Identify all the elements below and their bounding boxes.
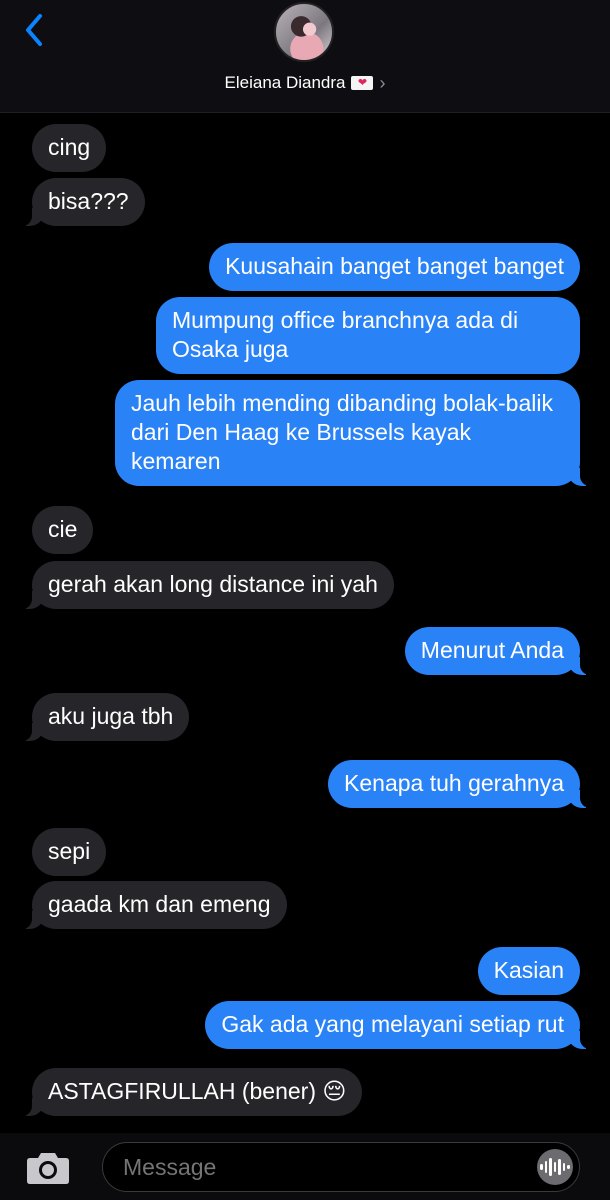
- incoming-message[interactable]: gaada km dan emeng: [18, 881, 287, 929]
- conversation-header: Eleiana Diandra ❤ ›: [0, 0, 610, 113]
- chevron-right-icon: ›: [379, 73, 386, 93]
- audio-waveform-icon[interactable]: [537, 1149, 573, 1185]
- outgoing-message[interactable]: Gak ada yang melayani setiap rut: [205, 1001, 594, 1049]
- outgoing-message[interactable]: Kenapa tuh gerahnya: [328, 760, 594, 808]
- contact-avatar[interactable]: [274, 2, 334, 62]
- outgoing-message[interactable]: Kasian: [477, 947, 580, 995]
- contact-name: Eleiana Diandra: [224, 73, 346, 92]
- outgoing-message[interactable]: Kuusahain banget banget banget: [209, 243, 580, 291]
- message-input[interactable]: [123, 1154, 503, 1181]
- message-composer: [0, 1133, 610, 1200]
- incoming-message[interactable]: bisa???: [18, 178, 145, 226]
- heart-letter-icon: ❤: [351, 76, 374, 90]
- camera-icon[interactable]: [24, 1150, 72, 1186]
- outgoing-message[interactable]: Mumpung office branchnya ada di Osaka ju…: [156, 297, 580, 374]
- contact-name-row[interactable]: Eleiana Diandra ❤ ›: [0, 70, 610, 96]
- incoming-message[interactable]: cie: [32, 506, 94, 554]
- outgoing-message[interactable]: Menurut Anda: [404, 627, 595, 675]
- incoming-message[interactable]: aku juga tbh: [17, 693, 190, 741]
- incoming-message[interactable]: sepi: [32, 828, 107, 876]
- incoming-message[interactable]: ASTAGFIRULLAH (bener) 😔: [17, 1068, 363, 1116]
- outgoing-message[interactable]: Jauh lebih mending dibanding bolak-balik…: [115, 380, 594, 486]
- incoming-message[interactable]: gerah akan long distance ini yah: [18, 561, 394, 609]
- incoming-message[interactable]: cing: [32, 124, 107, 172]
- back-chevron-icon[interactable]: [18, 10, 52, 50]
- message-input-container[interactable]: [102, 1142, 580, 1192]
